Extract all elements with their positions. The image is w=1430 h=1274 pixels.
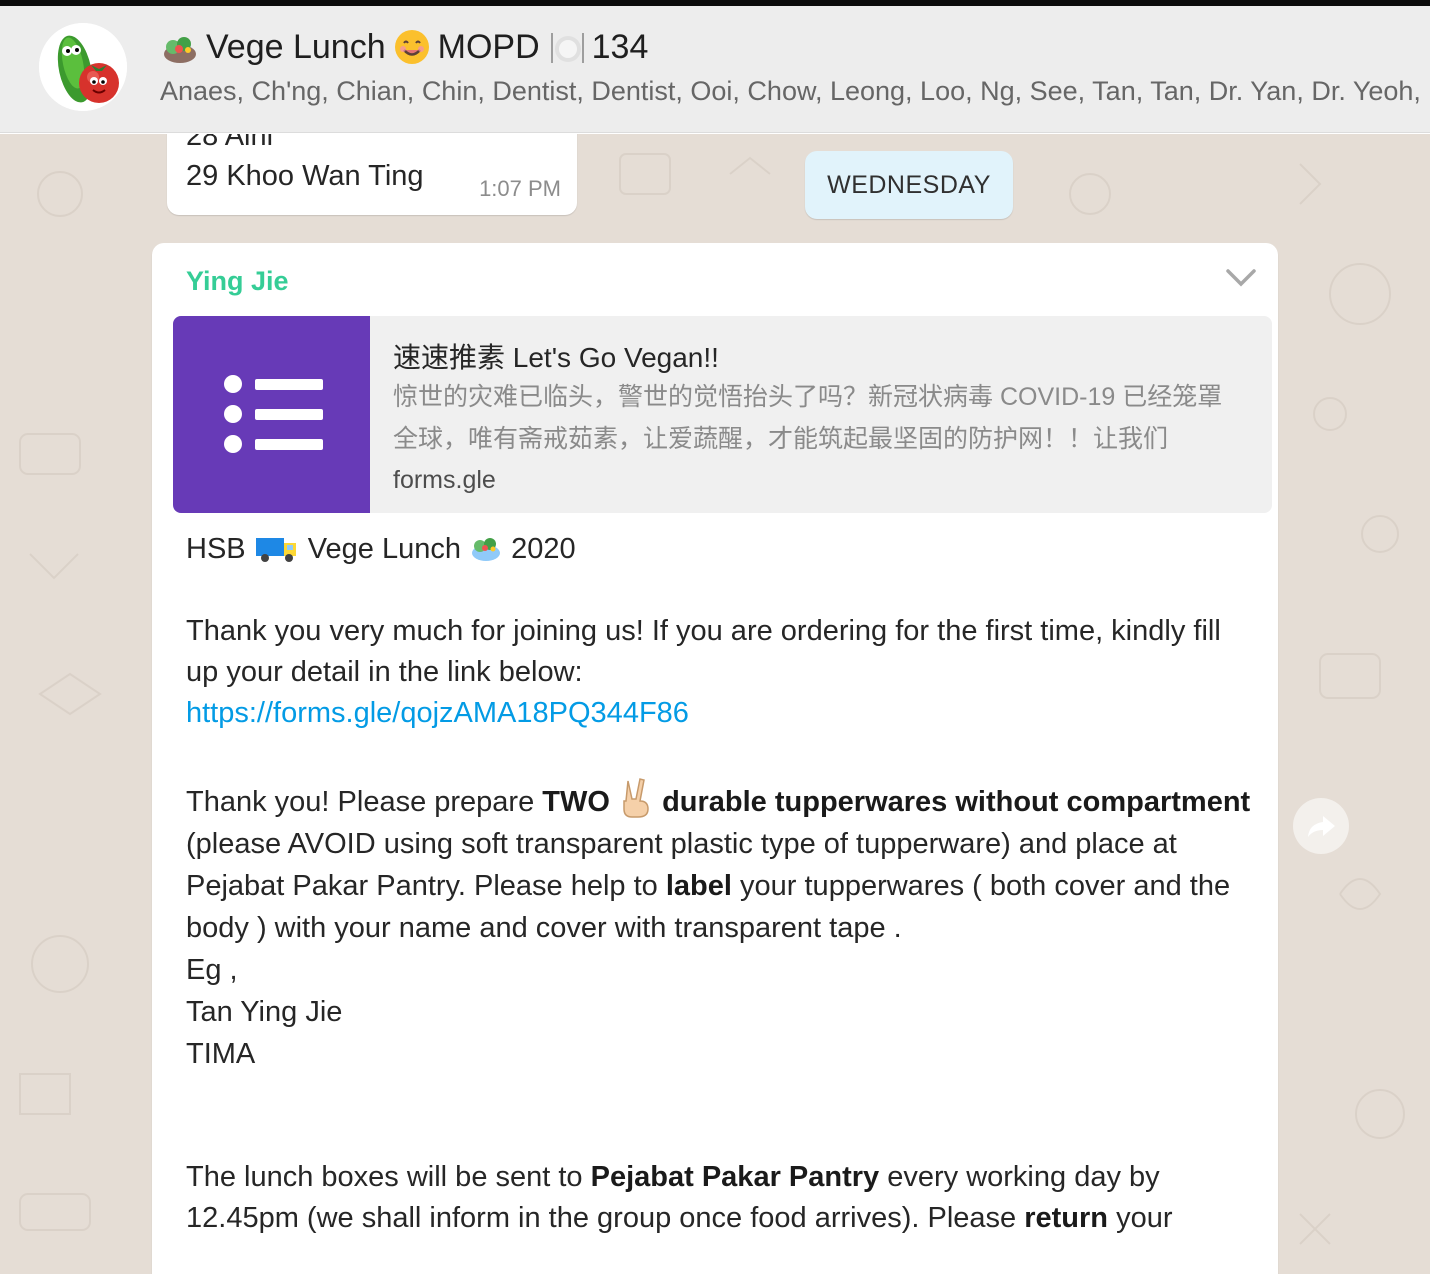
form-url-link[interactable]: https://forms.gle/qojzAMA18PQ344F86	[186, 697, 689, 729]
link-preview-domain: forms.gle	[393, 466, 496, 494]
group-title-part1: Vege Lunch	[206, 27, 386, 66]
group-avatar[interactable]	[39, 23, 127, 111]
day-divider-chip: WEDNESDAY	[805, 151, 1013, 219]
chat-area[interactable]: 28 Aini 29 Khoo Wan Ting 1:07 PM WEDNESD…	[0, 134, 1430, 1274]
message-timestamp: 1:07 PM	[479, 176, 561, 201]
message-text: TIMA	[186, 1038, 256, 1070]
message-bubble[interactable]: Ying Jie 速速推素 Let's Go Vegan!! 惊世的灾难已临头，…	[152, 243, 1278, 1274]
cucumber-tomato-avatar-icon	[39, 23, 127, 111]
message-text: Tan Ying Jie	[186, 996, 343, 1028]
message-paragraph: HSB Vege Lunch 2020	[186, 529, 1256, 570]
message-text: Thank you! Please prepare	[186, 786, 535, 818]
truck-emoji-icon	[255, 538, 296, 562]
previous-message-line: 28 Aini	[186, 134, 274, 152]
victory-hand-emoji-icon	[623, 778, 649, 818]
form-list-icon	[224, 375, 323, 453]
message-bold-text: Pejabat Pakar Pantry	[590, 1161, 880, 1193]
message-body: HSB Vege Lunch 2020 Thank you very much …	[186, 529, 1256, 1239]
message-text: HSB	[186, 533, 246, 565]
previous-message-line: 29 Khoo Wan Ting	[186, 160, 424, 192]
chat-header[interactable]: Vege Lunch MOPD 134 Anaes, Ch'ng, Chian,…	[0, 6, 1430, 133]
group-title-part3: 134	[591, 27, 649, 66]
group-title[interactable]: Vege Lunch MOPD 134	[160, 26, 648, 68]
forward-button[interactable]	[1293, 798, 1349, 854]
link-preview-card[interactable]: 速速推素 Let's Go Vegan!! 惊世的灾难已临头，警世的觉悟抬头了吗…	[173, 316, 1272, 513]
link-preview-title: 速速推素 Let's Go Vegan!!	[393, 342, 719, 373]
message-bold-text: return	[1024, 1202, 1109, 1234]
forward-arrow-icon	[1308, 816, 1335, 837]
smiling-face-emoji-icon	[394, 30, 429, 64]
message-text: 2020	[511, 533, 576, 565]
group-members-list[interactable]: Anaes, Ch'ng, Chian, Chin, Dentist, Dent…	[160, 76, 1430, 107]
message-text: Eg ,	[186, 954, 238, 986]
message-text: Thank you very much for joining us! If y…	[186, 615, 1221, 688]
message-paragraph: Thank you very much for joining us! If y…	[186, 611, 1256, 734]
message-paragraph: Thank you! Please prepare TWO durable tu…	[186, 775, 1256, 1075]
message-bold-text: TWO	[542, 786, 610, 818]
message-bold-text: durable tupperwares without compartment	[662, 786, 1251, 818]
message-paragraph: The lunch boxes will be sent to Pejabat …	[186, 1157, 1256, 1239]
link-preview-thumbnail	[173, 316, 370, 513]
message-text: your	[1116, 1202, 1173, 1234]
group-title-part2: MOPD	[437, 27, 540, 66]
bubble-tail-shape	[151, 242, 177, 272]
salad-emoji-icon	[164, 37, 196, 63]
message-text: Vege Lunch	[307, 533, 461, 565]
previous-message-bubble[interactable]: 28 Aini 29 Khoo Wan Ting 1:07 PM	[167, 134, 577, 215]
message-bold-text: label	[665, 870, 732, 902]
salad-emoji-icon	[472, 538, 501, 561]
plate-cutlery-emoji-icon	[550, 33, 584, 63]
message-sender-name[interactable]: Ying Jie	[186, 266, 289, 297]
link-preview-description: 惊世的灾难已临头，警世的觉悟抬头了吗？新冠状病毒 COVID-19 已经笼罩全球…	[393, 383, 1223, 453]
message-text: The lunch boxes will be sent to	[186, 1161, 583, 1193]
chevron-down-icon[interactable]	[1224, 265, 1258, 291]
